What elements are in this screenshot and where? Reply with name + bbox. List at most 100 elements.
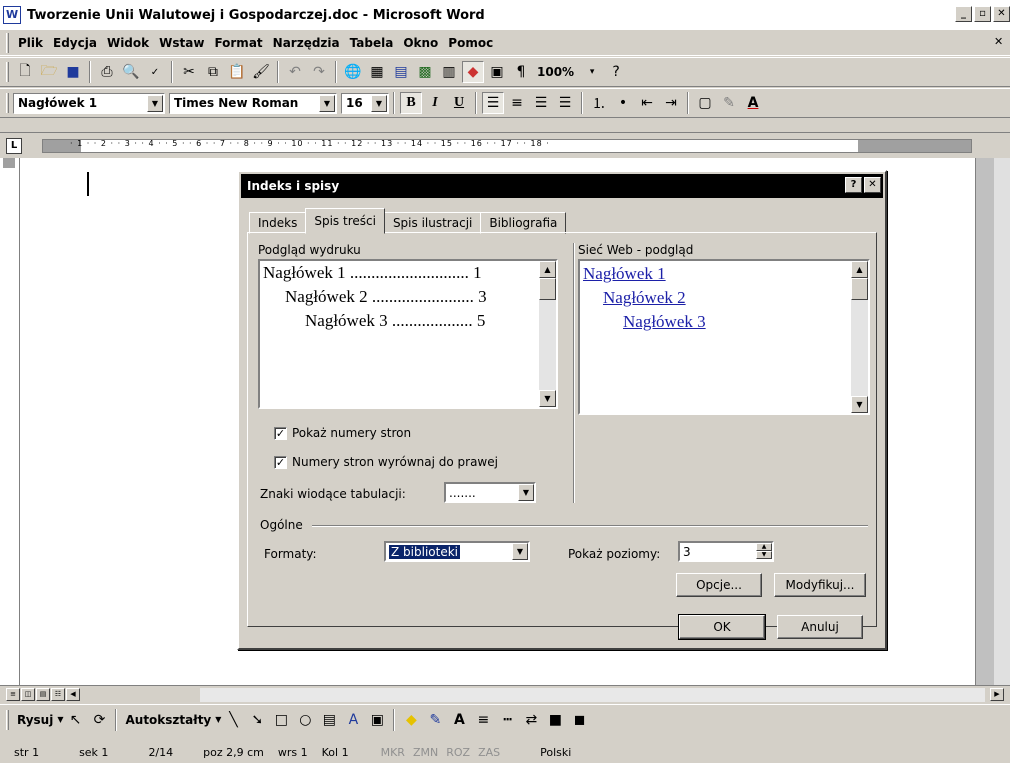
dialog-close-button[interactable]: ✕ xyxy=(864,177,881,193)
font-color-icon[interactable]: A xyxy=(742,92,764,114)
save-icon[interactable]: ■ xyxy=(62,61,84,83)
align-right-icon[interactable]: ☰ xyxy=(530,92,552,114)
horizontal-ruler[interactable]: L · 1 · · 2 · · 3 · · 4 · · 5 · · 6 · · … xyxy=(0,132,1010,158)
scroll-up-icon[interactable]: ▲ xyxy=(851,261,868,278)
menu-okno[interactable]: Okno xyxy=(398,36,443,50)
tab-spis-ilustracji[interactable]: Spis ilustracji xyxy=(383,212,482,234)
scroll-up-icon[interactable]: ▲ xyxy=(539,261,556,278)
status-ovr[interactable]: ZAS xyxy=(478,746,500,759)
print-preview-box[interactable]: Nagłówek 1 ............................ … xyxy=(258,259,558,409)
hyperlink-icon[interactable]: 🌐 xyxy=(342,61,364,83)
scroll-thumb[interactable] xyxy=(851,278,868,300)
spelling-icon[interactable]: ✓ xyxy=(144,61,166,83)
italic-icon[interactable]: I xyxy=(424,92,446,114)
menu-format[interactable]: Format xyxy=(209,36,267,50)
vertical-ruler[interactable] xyxy=(0,158,20,685)
ok-button[interactable]: OK xyxy=(678,614,766,640)
font-size-select[interactable]: 16 ▼ xyxy=(341,92,389,114)
toolbar-grip-draw[interactable] xyxy=(6,709,9,730)
menu-widok[interactable]: Widok xyxy=(102,36,154,50)
menu-wstaw[interactable]: Wstaw xyxy=(154,36,209,50)
line-color-icon[interactable]: ✎ xyxy=(424,709,446,731)
toolbar-grip[interactable] xyxy=(6,62,9,82)
copy-icon[interactable]: ⧉ xyxy=(202,61,224,83)
chevron-down-icon[interactable]: ▼ xyxy=(518,484,534,501)
print-layout-icon[interactable]: ▤ xyxy=(36,688,50,701)
outline-view-icon[interactable]: ☷ xyxy=(51,688,65,701)
menu-pomoc[interactable]: Pomoc xyxy=(443,36,498,50)
show-page-numbers-checkbox[interactable]: ✓ xyxy=(274,427,287,440)
chevron-down-icon[interactable]: ▼ xyxy=(57,715,63,724)
3d-icon[interactable]: ◼ xyxy=(568,709,590,731)
oval-icon[interactable]: ○ xyxy=(294,709,316,731)
insert-table-icon[interactable]: ▤ xyxy=(390,61,412,83)
zoom-value[interactable]: 100% xyxy=(537,65,574,79)
menu-grip[interactable] xyxy=(6,32,9,53)
insert-excel-icon[interactable]: ▩ xyxy=(414,61,436,83)
web-link-2[interactable]: Nagłówek 2 xyxy=(603,288,686,308)
tab-indeks[interactable]: Indeks xyxy=(249,212,307,234)
dash-style-icon[interactable]: ┅ xyxy=(496,709,518,731)
status-trk[interactable]: ZMN xyxy=(413,746,438,759)
format-painter-icon[interactable]: 🖌 xyxy=(250,61,272,83)
bullets-icon[interactable]: • xyxy=(612,92,634,114)
scroll-left-icon[interactable]: ◀ xyxy=(66,688,80,701)
spin-up-icon[interactable]: ▲ xyxy=(756,543,772,551)
chevron-down-icon[interactable]: ▼ xyxy=(215,715,221,724)
print-preview-scrollbar[interactable]: ▲ ▼ xyxy=(539,261,556,407)
shadow-icon[interactable]: ■ xyxy=(544,709,566,731)
scroll-thumb[interactable] xyxy=(539,278,556,300)
align-left-icon[interactable]: ☰ xyxy=(482,92,504,114)
show-hide-icon[interactable]: ¶ xyxy=(510,61,532,83)
help-icon[interactable]: ? xyxy=(605,61,627,83)
formats-select[interactable]: Z biblioteki ▼ xyxy=(384,541,530,562)
select-objects-icon[interactable]: ↖ xyxy=(64,709,86,731)
bold-icon[interactable]: B xyxy=(400,92,422,114)
underline-icon[interactable]: U xyxy=(448,92,470,114)
close-document-button[interactable]: ✕ xyxy=(994,35,1008,49)
show-page-numbers-label[interactable]: Pokaż numery stron xyxy=(292,426,411,440)
modify-button[interactable]: Modyfikuj... xyxy=(774,573,866,597)
scroll-down-icon[interactable]: ▼ xyxy=(851,396,868,413)
web-view-icon[interactable]: ◫ xyxy=(21,688,35,701)
options-button[interactable]: Opcje... xyxy=(676,573,762,597)
textbox-icon[interactable]: ▤ xyxy=(318,709,340,731)
borders-icon[interactable]: ▢ xyxy=(694,92,716,114)
toolbar-grip-format[interactable] xyxy=(6,93,9,113)
tab-leader-select[interactable]: ....... ▼ xyxy=(444,482,536,503)
new-document-icon[interactable]: 🗋 xyxy=(14,61,36,83)
scroll-down-icon[interactable]: ▼ xyxy=(539,390,556,407)
close-window-button[interactable]: ✕ xyxy=(993,6,1010,22)
status-ext[interactable]: ROZ xyxy=(446,746,470,759)
menu-plik[interactable]: Plik xyxy=(13,36,48,50)
restore-button[interactable]: ▫ xyxy=(974,6,991,22)
align-right-checkbox[interactable]: ✓ xyxy=(274,456,287,469)
paste-icon[interactable]: 📋 xyxy=(226,61,248,83)
align-right-label[interactable]: Numery stron wyrównaj do prawej xyxy=(292,455,498,469)
align-center-icon[interactable]: ≡ xyxy=(506,92,528,114)
horizontal-scrollbar[interactable] xyxy=(200,688,985,702)
tab-selector-icon[interactable]: L xyxy=(6,138,22,154)
font-select[interactable]: Times New Roman ▼ xyxy=(169,92,337,114)
fill-color-icon[interactable]: ◆ xyxy=(400,709,422,731)
chevron-down-icon[interactable]: ▼ xyxy=(319,94,335,112)
cancel-button[interactable]: Anuluj xyxy=(777,615,863,639)
wordart-icon[interactable]: A xyxy=(342,709,364,731)
arrow-icon[interactable]: ➘ xyxy=(246,709,268,731)
document-map-icon[interactable]: ▣ xyxy=(486,61,508,83)
open-folder-icon[interactable]: 🗁 xyxy=(38,61,60,83)
rectangle-icon[interactable]: □ xyxy=(270,709,292,731)
spin-down-icon[interactable]: ▼ xyxy=(756,551,772,559)
web-preview-scrollbar[interactable]: ▲ ▼ xyxy=(851,261,868,413)
menu-narzedzia[interactable]: Narzędzia xyxy=(268,36,345,50)
tab-bibliografia[interactable]: Bibliografia xyxy=(480,212,567,234)
cut-icon[interactable]: ✂ xyxy=(178,61,200,83)
chevron-down-icon[interactable]: ▼ xyxy=(512,543,528,560)
decrease-indent-icon[interactable]: ⇤ xyxy=(636,92,658,114)
chevron-down-icon[interactable]: ▼ xyxy=(147,94,163,112)
columns-icon[interactable]: ▥ xyxy=(438,61,460,83)
print-preview-icon[interactable]: 🔍 xyxy=(120,61,142,83)
increase-indent-icon[interactable]: ⇥ xyxy=(660,92,682,114)
web-preview-box[interactable]: Nagłówek 1 Nagłówek 2 Nagłówek 3 ▲ ▼ xyxy=(578,259,870,415)
menu-tabela[interactable]: Tabela xyxy=(345,36,399,50)
